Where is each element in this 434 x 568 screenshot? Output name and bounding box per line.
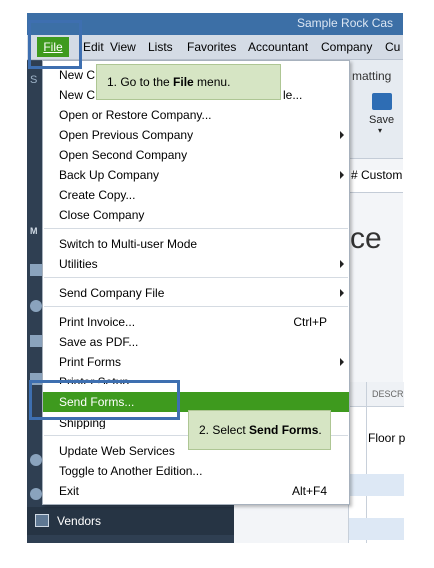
save-button[interactable]: Save	[369, 114, 394, 126]
table-row[interactable]	[349, 518, 404, 540]
info-icon[interactable]	[30, 454, 42, 466]
menu-separator	[44, 228, 348, 229]
submenu-arrow-icon	[340, 289, 344, 297]
callout-step1-bold: File	[173, 75, 194, 89]
menu-item-print-invoice[interactable]: Print Invoice...	[59, 312, 135, 332]
submenu-arrow-icon	[340, 260, 344, 268]
menu-item-new-from-existing-tail: le...	[283, 88, 303, 102]
menu-separator	[44, 306, 348, 307]
menu-item-multi-user[interactable]: Switch to Multi-user Mode	[59, 234, 197, 254]
nav-letter-s: S	[30, 74, 38, 86]
vendors-label: Vendors	[57, 514, 102, 528]
title-bar: Sample Rock Cas	[27, 13, 403, 35]
column-header-description: DESCR	[372, 389, 404, 399]
shortcut-print: Ctrl+P	[293, 315, 327, 329]
callout-step1-suffix: menu.	[193, 75, 231, 89]
row-description: Floor p	[368, 431, 406, 445]
menu-customers[interactable]: Cu	[385, 40, 400, 54]
table-row[interactable]	[349, 474, 404, 496]
form-heading: ce	[350, 222, 382, 255]
menu-item-toggle-edition[interactable]: Toggle to Another Edition...	[59, 461, 202, 481]
home-icon[interactable]	[30, 264, 42, 276]
menu-item-utilities[interactable]: Utilities	[59, 254, 98, 274]
menu-item-close-company[interactable]: Close Company	[59, 205, 144, 225]
highlight-send-forms	[29, 380, 180, 420]
callout-step2-suffix: .	[318, 423, 322, 437]
highlight-file-menu	[28, 20, 82, 69]
menu-item-open-previous[interactable]: Open Previous Company	[59, 125, 193, 145]
tab-formatting[interactable]: matting	[352, 69, 391, 83]
menu-accountant[interactable]: Accountant	[248, 40, 308, 54]
callout-step2: 2. Select Send Forms.	[188, 410, 331, 450]
menu-item-open-restore[interactable]: Open or Restore Company...	[59, 105, 212, 125]
vendors-icon	[35, 514, 49, 527]
submenu-arrow-icon	[340, 131, 344, 139]
customer-label: # Custom	[351, 168, 403, 182]
submenu-arrow-icon	[340, 171, 344, 179]
menu-separator	[44, 277, 348, 278]
callout-step2-prefix: 2. Select	[199, 423, 250, 437]
menu-item-open-second[interactable]: Open Second Company	[59, 145, 187, 165]
menu-item-update-web-services[interactable]: Update Web Services	[59, 441, 175, 461]
menu-item-create-copy[interactable]: Create Copy...	[59, 185, 135, 205]
nav-letter-m: M	[30, 226, 38, 236]
menu-favorites[interactable]: Favorites	[187, 40, 236, 54]
people-icon[interactable]	[30, 488, 42, 500]
menu-item-print-forms[interactable]: Print Forms	[59, 352, 121, 372]
save-caret-icon[interactable]: ▾	[378, 126, 382, 135]
menu-edit[interactable]: Edit	[83, 40, 104, 54]
chat-icon[interactable]	[30, 335, 42, 347]
menu-item-backup[interactable]: Back Up Company	[59, 165, 159, 185]
callout-step1: 1. Go to the File menu.	[96, 64, 281, 100]
user-icon[interactable]	[30, 300, 42, 312]
nav-vendors[interactable]: Vendors	[27, 507, 234, 535]
menu-bar: File Edit View Lists Favorites Accountan…	[27, 35, 403, 60]
line-items-grid	[348, 382, 404, 543]
menu-company[interactable]: Company	[321, 40, 372, 54]
menu-item-new-from-existing[interactable]: New C	[59, 85, 95, 105]
menu-view[interactable]: View	[110, 40, 136, 54]
shortcut-exit: Alt+F4	[291, 484, 327, 498]
menu-item-send-company-file[interactable]: Send Company File	[59, 283, 164, 303]
menu-item-save-pdf[interactable]: Save as PDF...	[59, 332, 138, 352]
callout-step1-prefix: 1. Go to the	[107, 75, 174, 89]
callout-step2-bold: Send Forms	[249, 423, 319, 437]
save-icon[interactable]	[372, 93, 392, 110]
submenu-arrow-icon	[340, 358, 344, 366]
window-title: Sample Rock Cas	[297, 16, 394, 30]
menu-item-exit[interactable]: Exit	[59, 481, 79, 501]
menu-lists[interactable]: Lists	[148, 40, 173, 54]
